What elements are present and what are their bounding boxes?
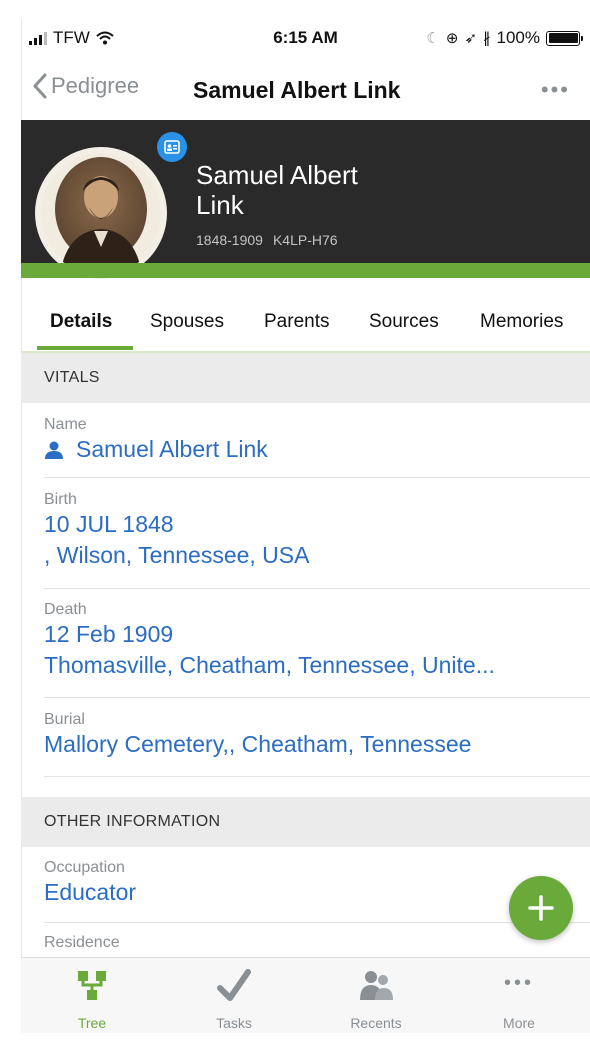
field-label: Name — [44, 416, 87, 433]
tab-details[interactable]: Details — [50, 311, 112, 333]
field-label: Occupation — [44, 859, 125, 876]
divider — [44, 697, 590, 698]
field-value: Educator — [44, 879, 137, 905]
field-label: Death — [44, 601, 87, 618]
section-other-information: OTHER INFORMATION — [21, 797, 590, 847]
tabbar-tasks[interactable]: Tasks — [163, 958, 305, 1033]
divider — [44, 776, 590, 777]
tab-spouses[interactable]: Spouses — [150, 311, 224, 333]
field-value: Samuel Albert Link — [76, 436, 268, 462]
lock-rotation-icon: ⊕ — [445, 30, 459, 47]
field-residence[interactable]: Residence — [44, 934, 590, 952]
lifespan: 1848-1909 — [196, 232, 263, 248]
people-icon — [360, 971, 393, 1000]
location-icon: ➶ — [464, 30, 478, 47]
tabbar-label: Tasks — [216, 1015, 252, 1031]
tabbar-tree[interactable]: Tree — [21, 958, 163, 1033]
tabbar-label: More — [503, 1015, 535, 1031]
tabbar-label: Tree — [77, 1015, 107, 1031]
field-label: Residence — [44, 934, 120, 951]
tab-sources[interactable]: Sources — [369, 311, 439, 333]
person-header: Samuel Albert Link 1848-1909 K4LP-H76 — [21, 120, 590, 279]
field-label: Birth — [44, 491, 77, 508]
bottom-tab-bar: Tree Tasks Recents ••• More — [21, 957, 590, 1033]
ellipsis-icon: ••• — [503, 972, 535, 994]
status-bar: TFW 6:15 AM ☾ ⊕ ➶ ∦ 100% — [21, 19, 590, 59]
add-button[interactable] — [509, 876, 573, 940]
tree-icon — [78, 971, 106, 1000]
person-icon — [45, 441, 63, 459]
back-button[interactable]: Pedigree — [33, 73, 139, 99]
navigation-bar: Pedigree Samuel Albert Link ••• — [21, 63, 590, 119]
person-name: Samuel Albert Link — [196, 160, 358, 220]
battery-icon — [546, 30, 583, 46]
tabbar-label: Recents — [350, 1015, 402, 1031]
battery-percent: 100% — [496, 28, 540, 47]
record-card-icon[interactable] — [157, 132, 187, 162]
app-screen: TFW 6:15 AM ☾ ⊕ ➶ ∦ 100% Pedigree Samuel… — [21, 19, 590, 1033]
field-value: , Wilson, Tennessee, USA — [44, 542, 310, 568]
field-value: Mallory Cemetery,, Cheatham, Tennessee — [44, 731, 472, 757]
chevron-left-icon — [33, 73, 47, 99]
field-value: 10 JUL 1848 — [44, 511, 174, 537]
field-death[interactable]: Death 12 Feb 1909 Thomasville, Cheatham,… — [44, 601, 590, 681]
person-portrait[interactable] — [35, 147, 167, 279]
field-value: Thomasville, Cheatham, Tennessee, Unite.… — [44, 652, 495, 678]
detail-tabs: Details Spouses Parents Sources Memories — [21, 293, 590, 353]
person-meta: 1848-1909 K4LP-H76 — [196, 232, 338, 248]
more-options-button[interactable]: ••• — [541, 77, 570, 103]
field-occupation[interactable]: Occupation Educator — [44, 859, 590, 908]
field-value: 12 Feb 1909 — [44, 621, 174, 647]
tabbar-recents[interactable]: Recents — [305, 958, 447, 1033]
moon-icon: ☾ — [426, 30, 440, 47]
page-title: Samuel Albert Link — [193, 77, 401, 103]
divider — [44, 477, 590, 478]
divider — [44, 588, 590, 589]
field-label: Burial — [44, 711, 85, 728]
field-birth[interactable]: Birth 10 JUL 1848 , Wilson, Tennessee, U… — [44, 491, 590, 571]
tab-parents[interactable]: Parents — [264, 311, 329, 333]
divider — [44, 922, 590, 923]
section-vitals: VITALS — [21, 353, 590, 403]
checkmark-icon — [217, 969, 251, 1001]
person-id: K4LP-H76 — [272, 232, 338, 248]
bluetooth-icon: ∦ — [483, 30, 491, 47]
plus-icon — [528, 895, 554, 921]
field-name[interactable]: Name Samuel Albert Link — [44, 416, 590, 465]
back-label: Pedigree — [51, 73, 140, 98]
tab-memories[interactable]: Memories — [480, 311, 563, 333]
portrait-photo-icon — [41, 153, 161, 273]
field-burial[interactable]: Burial Mallory Cemetery,, Cheatham, Tenn… — [44, 711, 590, 760]
tabbar-more[interactable]: ••• More — [448, 958, 590, 1033]
active-tab-indicator — [37, 346, 133, 350]
header-accent-bar — [21, 263, 590, 278]
